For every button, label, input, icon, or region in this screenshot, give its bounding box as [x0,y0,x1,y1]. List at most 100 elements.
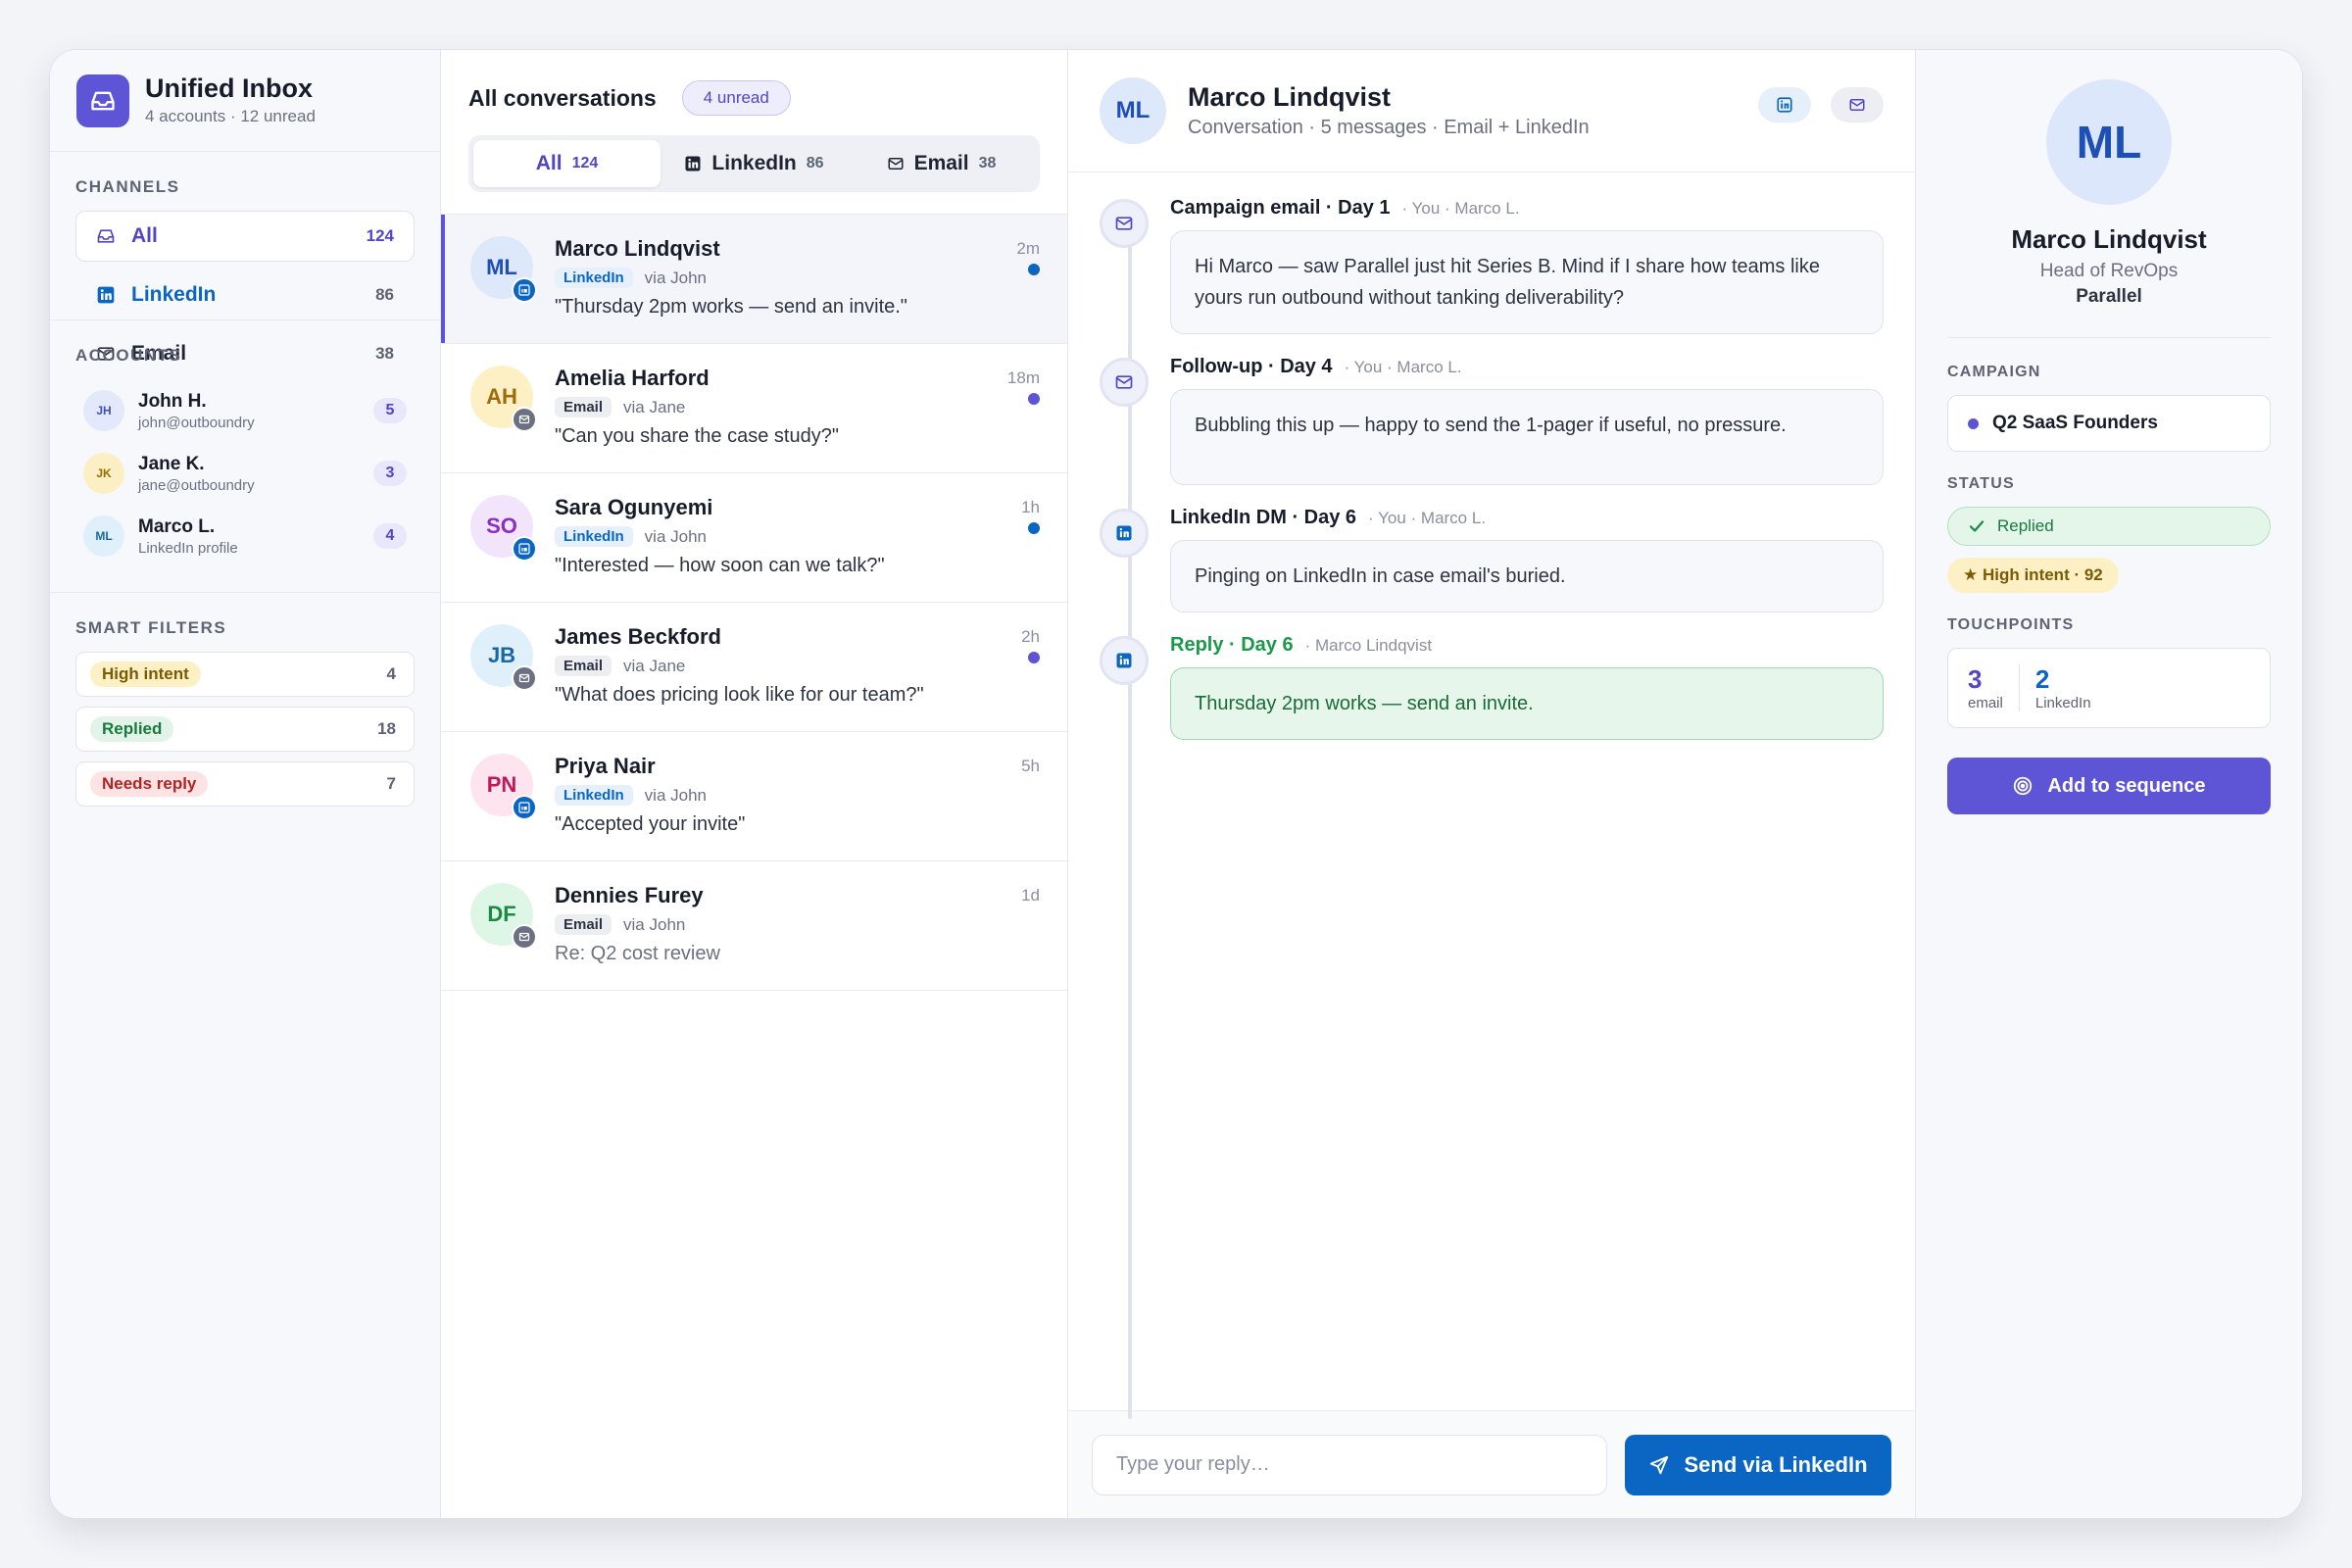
status-text: Replied [1997,516,2054,535]
filter-count: 18 [377,719,396,738]
open-email-button[interactable] [1831,87,1884,122]
filter-label: High intent [90,662,201,687]
channel-tabs: All 124 LinkedIn 86 Email 38 [468,135,1040,192]
conversation-row[interactable]: ML Marco Lindqvist 2m LinkedIn via John … [441,215,1067,344]
unread-dot [1028,522,1040,534]
channel-all[interactable]: All 124 [75,211,415,262]
linkedin-icon [512,277,537,303]
timeline-message: LinkedIn DM · Day 6 · You · Marco L. Pin… [1100,507,1884,612]
conversation-row[interactable]: DF Dennies Furey 1d Email via John Re: Q… [441,861,1067,991]
unread-badge[interactable]: 4 unread [681,80,791,116]
avatar: PN [470,754,537,820]
reply-composer: Send via LinkedIn [1068,1410,1915,1518]
timestamp: 1d [1021,886,1040,905]
timeline-message: Reply · Day 6 · Marco Lindqvist Thursday… [1100,634,1884,740]
via-account: via Jane [623,656,686,675]
avatar: ML [2046,79,2172,205]
status-label: STATUS [1947,475,2015,492]
list-title: All conversations [468,84,657,111]
tab-label: All [535,152,563,174]
filters-label: SMART FILTERS [75,618,227,637]
linkedin-icon [1776,96,1793,114]
filter-count: 7 [386,774,396,793]
contact-profile: ML Marco Lindqvist Head of RevOps Parall… [1916,50,2302,1518]
via-account: via John [644,268,707,287]
message-sender: · Marco Lindqvist [1304,636,1433,655]
status-badge[interactable]: Replied [1947,507,2271,546]
touchpoint-label: email [1968,695,2003,711]
filter-needs-reply[interactable]: Needs reply 7 [75,761,415,807]
filter-high-intent[interactable]: High intent 4 [75,652,415,697]
message-bubble: Bubbling this up — happy to send the 1-p… [1170,389,1884,485]
conversation-row[interactable]: SO Sara Ogunyemi 1h LinkedIn via John "I… [441,473,1067,603]
channel-tag: LinkedIn [555,526,633,547]
account-detail: john@outboundry [138,414,255,431]
avatar-initials: DF [487,902,516,926]
add-to-sequence-button[interactable]: Add to sequence [1947,758,2271,814]
send-icon [1648,1454,1684,1476]
account-item[interactable]: JK Jane K. jane@outboundry 3 [75,442,415,505]
channels-section: CHANNELS All 124 LinkedIn 86 Email 38 [50,152,440,365]
avatar: DF [470,883,537,950]
channel-label: LinkedIn [131,283,217,306]
linkedin-icon [512,795,537,820]
message-preview: Re: Q2 cost review [555,943,720,964]
touchpoints-card: 3 email 2 LinkedIn [1947,648,2271,728]
mail-icon [887,155,905,172]
profile-name: Marco Lindqvist [2011,224,2207,254]
channel-tag: LinkedIn [555,785,633,806]
timeline-message: Campaign email · Day 1 · You · Marco L. … [1100,197,1884,334]
channel-linkedin[interactable]: LinkedIn 86 [75,270,415,320]
message-title: LinkedIn DM · Day 6 [1170,507,1357,528]
timestamp: 1h [1021,498,1040,516]
filter-replied[interactable]: Replied 18 [75,707,415,752]
conversation-thread: ML Marco Lindqvist Conversation · 5 mess… [1068,50,1916,1518]
mail-icon [1100,199,1149,248]
account-item[interactable]: JH John H. john@outboundry 5 [75,379,415,442]
channel-count: 86 [375,285,394,304]
contact-name: Dennies Furey [555,883,704,907]
tab-email[interactable]: Email 38 [848,140,1035,187]
campaign-name: Q2 SaaS Founders [1992,413,2158,433]
unread-dot [1028,393,1040,405]
app-window: Unified Inbox 4 accounts · 12 unread CHA… [49,49,2303,1519]
avatar-initials: SO [486,514,517,538]
account-count: 3 [373,461,407,486]
tab-all[interactable]: All 124 [473,140,661,187]
touchpoint-value: 2 [2034,664,2050,694]
conversation-row[interactable]: PN Priya Nair 5h LinkedIn via John "Acce… [441,732,1067,861]
tab-linkedin[interactable]: LinkedIn 86 [661,140,848,187]
reply-input[interactable] [1092,1434,1607,1495]
campaign-label: CAMPAIGN [1947,364,2041,380]
channel-tag: LinkedIn [555,268,633,288]
unread-dot [1028,652,1040,663]
message-preview: "Thursday 2pm works — send an invite." [555,296,907,318]
via-account: via Jane [623,397,686,416]
touchpoint-linkedin: 2 LinkedIn [2035,664,2091,711]
campaign-field[interactable]: Q2 SaaS Founders [1947,395,2271,452]
account-item[interactable]: ML Marco L. LinkedIn profile 4 [75,505,415,567]
via-account: via John [644,526,707,546]
avatar: AH [470,366,537,432]
timeline-message: Follow-up · Day 4 · You · Marco L. Bubbl… [1100,356,1884,485]
contact-name: Marco Lindqvist [555,236,720,261]
tab-label: Email [913,152,969,174]
contact-name: James Beckford [555,624,721,649]
message-preview: "Interested — how soon can we talk?" [555,555,885,576]
conversation-row[interactable]: AH Amelia Harford 18m Email via Jane "Ca… [441,344,1067,473]
send-via-linkedin-button[interactable]: Send via LinkedIn [1625,1434,1891,1495]
contact-name: Priya Nair [555,754,656,778]
message-sender: · You · Marco L. [1344,358,1462,376]
channels-label: CHANNELS [75,177,180,196]
message-preview: "Accepted your invite" [555,813,746,835]
conversation-row[interactable]: JB James Beckford 2h Email via Jane "Wha… [441,603,1067,732]
brand-header: Unified Inbox 4 accounts · 12 unread [50,50,440,152]
avatar-initials: AH [486,384,517,409]
avatar: JK [83,453,124,494]
avatar-initials: JB [487,643,516,667]
message-bubble: Pinging on LinkedIn in case email's buri… [1170,540,1884,612]
touchpoints-label: TOUCHPOINTS [1947,616,2075,633]
message-sender: · You · Marco L. [1401,199,1520,218]
open-linkedin-button[interactable] [1758,87,1811,122]
linkedin-icon [512,536,537,562]
